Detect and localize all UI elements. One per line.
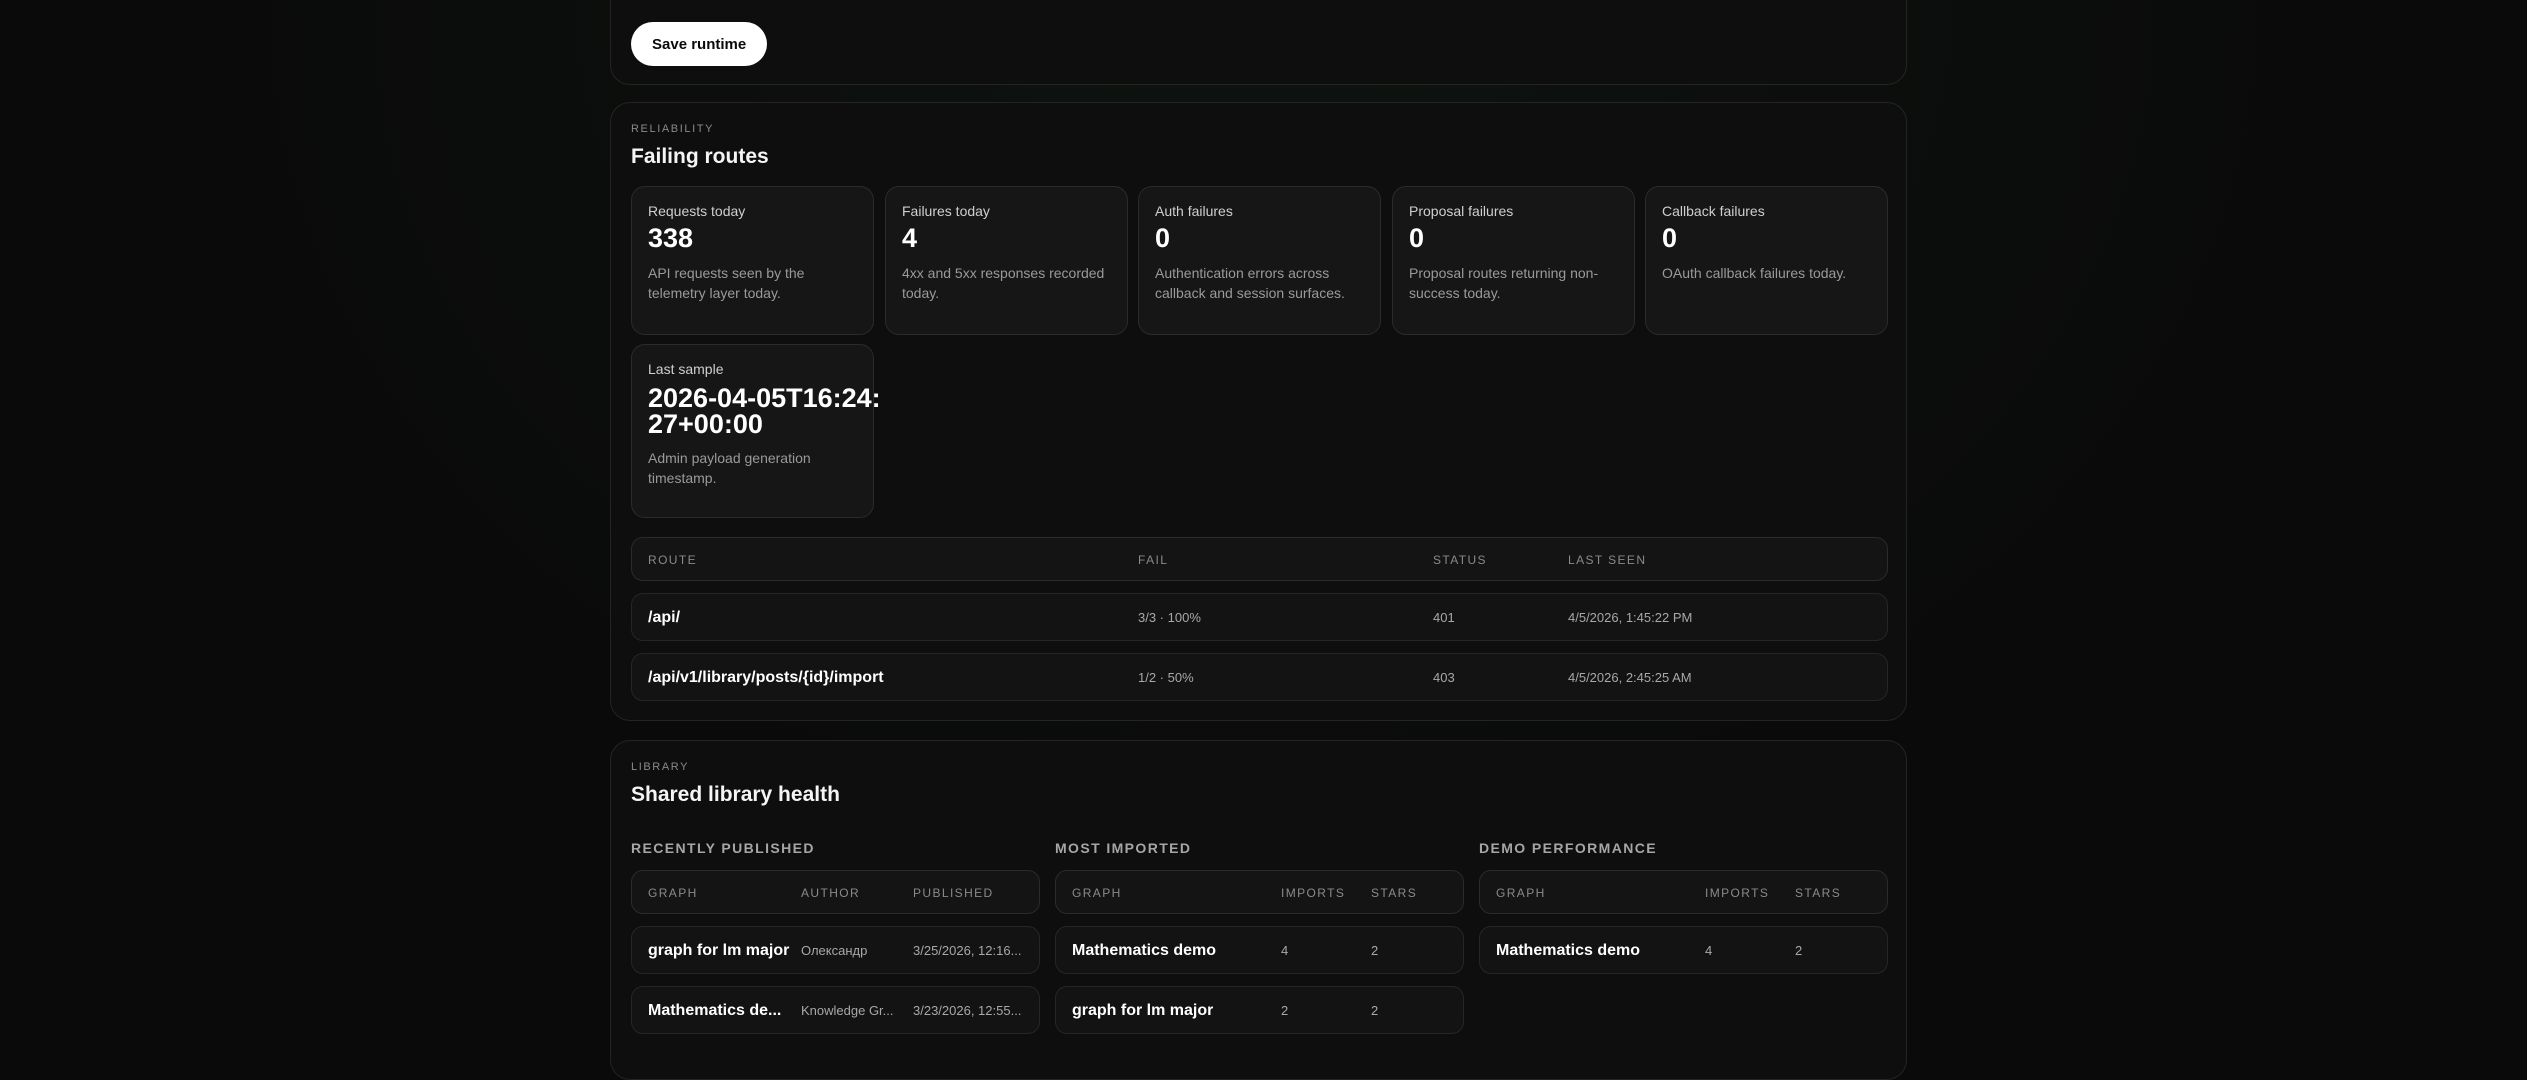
last-seen: 4/5/2026, 2:45:25 AM <box>1568 670 1692 685</box>
route-path: /api/ <box>648 609 681 626</box>
column-header-graph: GRAPH <box>648 886 698 900</box>
table-row[interactable]: /api/v1/library/posts/{id}/import 1/2 · … <box>631 653 1888 701</box>
graph-name: graph for lm major <box>648 942 790 959</box>
runtime-panel: Save runtime <box>610 0 1907 85</box>
stat-label: Auth failures <box>1155 203 1233 219</box>
stat-description: 4xx and 5xx responses recorded today. <box>902 265 1105 302</box>
stat-description: Admin payload generation timestamp. <box>648 450 811 487</box>
stat-description: Proposal routes returning non-success to… <box>1409 265 1599 302</box>
table-row[interactable]: graph for lm major 2 2 <box>1055 986 1464 1034</box>
graph-name: Mathematics demo <box>1496 942 1641 959</box>
stat-card-proposal-failures: Proposal failures 0 Proposal routes retu… <box>1392 186 1635 335</box>
demo-performance-header: GRAPH IMPORTS STARS <box>1479 870 1888 914</box>
imports-count: 4 <box>1281 943 1289 958</box>
column-header-last-seen: LAST SEEN <box>1568 553 1647 567</box>
status-code: 401 <box>1433 610 1455 625</box>
graph-name: graph for lm major <box>1072 1002 1214 1019</box>
column-header-status: STATUS <box>1433 553 1487 567</box>
column-header-route: ROUTE <box>648 553 697 567</box>
table-row[interactable]: Mathematics de... Knowledge Gr... 3/23/2… <box>631 986 1040 1034</box>
stat-label: Callback failures <box>1662 203 1765 219</box>
graph-name: Mathematics de... <box>648 1002 782 1019</box>
stat-label: Last sample <box>648 361 724 377</box>
library-eyebrow: LIBRARY <box>631 761 690 773</box>
failing-routes-table-header: ROUTE FAIL STATUS LAST SEEN <box>631 537 1888 581</box>
stat-description: OAuth callback failures today. <box>1662 265 1847 281</box>
column-header-graph: GRAPH <box>1072 886 1122 900</box>
stat-value: 0 <box>1409 223 1425 253</box>
stat-label: Requests today <box>648 203 746 219</box>
fail-ratio: 3/3 · 100% <box>1138 610 1201 625</box>
table-row[interactable]: /api/ 3/3 · 100% 401 4/5/2026, 1:45:22 P… <box>631 593 1888 641</box>
stat-value: 4 <box>902 223 918 253</box>
last-seen: 4/5/2026, 1:45:22 PM <box>1568 610 1693 625</box>
recently-published-header: GRAPH AUTHOR PUBLISHED <box>631 870 1040 914</box>
stat-label: Failures today <box>902 203 990 219</box>
stat-value: 2026-04-05T16:24:27+00:00 <box>648 383 881 439</box>
stars-count: 2 <box>1795 943 1803 958</box>
section-title-failing-routes: Failing routes <box>631 145 769 168</box>
stat-card-requests-today: Requests today 338 API requests seen by … <box>631 186 874 335</box>
status-code: 403 <box>1433 670 1455 685</box>
column-header-imports: IMPORTS <box>1705 886 1770 900</box>
stat-description: API requests seen by the telemetry layer… <box>648 265 805 302</box>
table-row[interactable]: Mathematics demo 4 2 <box>1479 926 1888 974</box>
column-header-author: AUTHOR <box>801 886 861 900</box>
column-header-fail: FAIL <box>1138 553 1169 567</box>
save-runtime-button[interactable]: Save runtime <box>631 22 768 66</box>
reliability-eyebrow: RELIABILITY <box>631 123 715 135</box>
section-title-shared-library-health: Shared library health <box>631 783 840 806</box>
published-date: 3/25/2026, 12:16... <box>913 943 1022 958</box>
stat-value: 0 <box>1155 223 1171 253</box>
graph-name: Mathematics demo <box>1072 942 1217 959</box>
imports-count: 4 <box>1705 943 1713 958</box>
column-header-stars: STARS <box>1795 886 1842 900</box>
fail-ratio: 1/2 · 50% <box>1138 670 1194 685</box>
most-imported-title: MOST IMPORTED <box>1055 840 1192 856</box>
table-row[interactable]: graph for lm major Олександр 3/25/2026, … <box>631 926 1040 974</box>
demo-performance-title: DEMO PERFORMANCE <box>1479 840 1657 856</box>
most-imported-header: GRAPH IMPORTS STARS <box>1055 870 1464 914</box>
stat-value: 0 <box>1662 223 1678 253</box>
stat-card-callback-failures: Callback failures 0 OAuth callback failu… <box>1645 186 1888 335</box>
stat-card-auth-failures: Auth failures 0 Authentication errors ac… <box>1138 186 1381 335</box>
route-path: /api/v1/library/posts/{id}/import <box>648 669 884 686</box>
stat-description: Authentication errors across callback an… <box>1155 265 1345 302</box>
stars-count: 2 <box>1371 1003 1379 1018</box>
stat-value: 338 <box>648 223 694 253</box>
column-header-published: PUBLISHED <box>913 886 994 900</box>
column-header-graph: GRAPH <box>1496 886 1546 900</box>
stars-count: 2 <box>1371 943 1379 958</box>
recently-published-title: RECENTLY PUBLISHED <box>631 840 815 856</box>
author-name: Олександр <box>801 943 868 958</box>
column-header-imports: IMPORTS <box>1281 886 1346 900</box>
stat-card-failures-today: Failures today 4 4xx and 5xx responses r… <box>885 186 1128 335</box>
table-row[interactable]: Mathematics demo 4 2 <box>1055 926 1464 974</box>
stat-card-last-sample: Last sample 2026-04-05T16:24:27+00:00 Ad… <box>631 344 881 518</box>
imports-count: 2 <box>1281 1003 1289 1018</box>
stat-label: Proposal failures <box>1409 203 1514 219</box>
reliability-panel: RELIABILITY Failing routes Requests toda… <box>610 102 1907 721</box>
library-panel: LIBRARY Shared library health RECENTLY P… <box>610 740 1907 1080</box>
author-name: Knowledge Gr... <box>801 1003 894 1018</box>
column-header-stars: STARS <box>1371 886 1418 900</box>
published-date: 3/23/2026, 12:55... <box>913 1003 1022 1018</box>
